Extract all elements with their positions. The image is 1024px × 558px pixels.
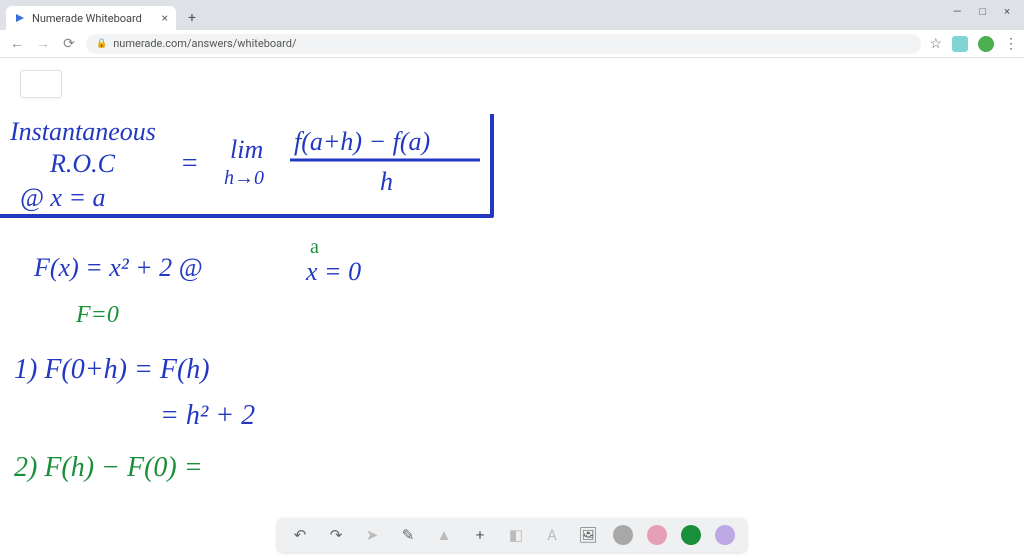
tab-favicon-icon xyxy=(14,12,26,24)
extension-icon[interactable] xyxy=(952,36,968,52)
undo-button[interactable]: ↶ xyxy=(289,524,311,546)
whiteboard-canvas[interactable]: Instantaneous R.O.C @ x = a = lim h→0 f(… xyxy=(0,58,1024,558)
color-purple[interactable] xyxy=(715,525,735,545)
hw-lim: lim xyxy=(230,135,263,164)
url-text: numerade.com/answers/whiteboard/ xyxy=(113,37,296,50)
tab-title: Numerade Whiteboard xyxy=(32,12,156,25)
profile-icon[interactable] xyxy=(978,36,994,52)
hw-a-label: a xyxy=(310,236,319,258)
url-input[interactable]: 🔒 numerade.com/answers/whiteboard/ xyxy=(86,34,921,54)
color-green[interactable] xyxy=(681,525,701,545)
maximize-button[interactable]: □ xyxy=(979,5,986,18)
reload-button[interactable]: ⟳ xyxy=(60,35,78,53)
handwriting-layer: Instantaneous R.O.C @ x = a = lim h→0 f(… xyxy=(0,58,1024,558)
text-tool[interactable]: A xyxy=(541,524,563,546)
lock-icon: 🔒 xyxy=(96,39,107,49)
new-tab-button[interactable]: + xyxy=(180,6,204,30)
eraser-tool[interactable]: ◧ xyxy=(505,524,527,546)
redo-button[interactable]: ↷ xyxy=(325,524,347,546)
hw-step1b: = h² + 2 xyxy=(160,400,255,431)
whiteboard-toolbar: ↶ ↷ ➤ ✎ ▲ + ◧ A 🖼 xyxy=(277,518,747,552)
color-gray[interactable] xyxy=(613,525,633,545)
hw-roc: R.O.C xyxy=(49,149,116,178)
tab-numerade[interactable]: Numerade Whiteboard × xyxy=(6,6,176,30)
hw-hto0: h→0 xyxy=(224,167,264,189)
more-menu-icon[interactable]: ⋮ xyxy=(1004,36,1016,52)
hw-x0: x = 0 xyxy=(305,257,361,286)
minimize-button[interactable]: — xyxy=(953,5,962,18)
hw-feq0: F=0 xyxy=(75,302,119,328)
tab-close-icon[interactable]: × xyxy=(162,11,168,25)
hw-step1: 1) F(0+h) = F(h) xyxy=(14,354,210,385)
image-tool[interactable]: 🖼 xyxy=(577,524,599,546)
hw-frac-top: f(a+h) − f(a) xyxy=(294,127,430,156)
hw-instantaneous: Instantaneous xyxy=(9,117,156,146)
hw-equals1: = xyxy=(180,148,199,179)
address-bar: ← → ⟳ 🔒 numerade.com/answers/whiteboard/… xyxy=(0,30,1024,58)
hw-xa: @ x = a xyxy=(20,183,106,212)
back-button[interactable]: ← xyxy=(8,35,26,53)
hw-step2: 2) F(h) − F(0) = xyxy=(14,452,203,483)
bookmark-icon[interactable]: ☆ xyxy=(929,36,942,52)
color-pink[interactable] xyxy=(647,525,667,545)
add-tool[interactable]: + xyxy=(469,524,491,546)
shapes-tool[interactable]: ▲ xyxy=(433,524,455,546)
pen-tool[interactable]: ✎ xyxy=(397,524,419,546)
hw-frac-bot: h xyxy=(380,167,393,196)
pointer-tool[interactable]: ➤ xyxy=(361,524,383,546)
forward-button[interactable]: → xyxy=(34,35,52,53)
close-window-button[interactable]: × xyxy=(1004,5,1010,18)
tab-bar: Numerade Whiteboard × + xyxy=(0,0,1024,30)
hw-fxdef: F(x) = x² + 2 @ xyxy=(33,253,203,282)
